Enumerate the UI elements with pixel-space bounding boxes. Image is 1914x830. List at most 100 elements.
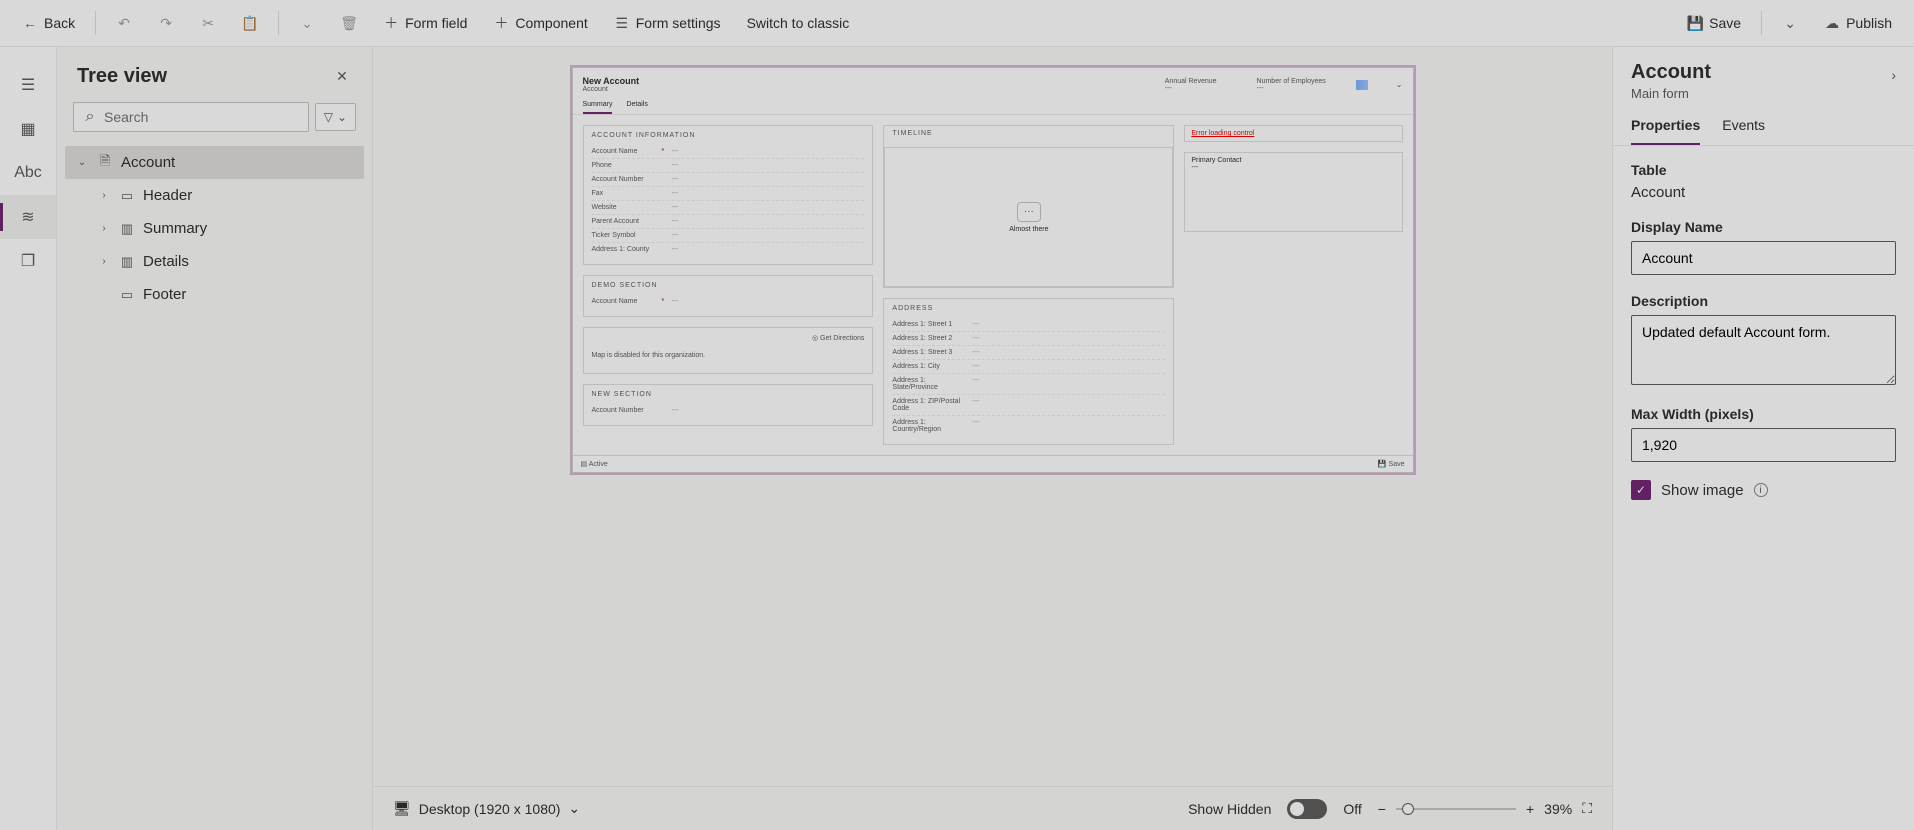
field-address1-county[interactable]: Address 1: County--- (592, 243, 865, 256)
cut-button[interactable]: ✂ (190, 9, 226, 37)
section-new-section[interactable]: New Section Account Number--- (583, 384, 874, 426)
footer-save[interactable]: 💾 Save (1378, 460, 1405, 468)
field-account-name[interactable]: Account Name*--- (592, 145, 865, 159)
rail-components[interactable]: ▦ (0, 107, 56, 151)
tree-item-footer[interactable]: ▭ Footer (65, 278, 364, 311)
paste-button[interactable]: 📋 (232, 9, 268, 37)
field-street3[interactable]: Address 1: Street 3--- (892, 346, 1165, 360)
tree-item-label: Summary (143, 220, 207, 237)
section-address[interactable]: ADDRESS Address 1: Street 1--- Address 1… (883, 298, 1174, 445)
save-button[interactable]: 💾 Save (1677, 9, 1751, 37)
back-button[interactable]: ← Back (12, 9, 85, 37)
field-account-name-demo[interactable]: Account Name*--- (592, 295, 865, 308)
get-directions-link[interactable]: ◎ Get Directions (592, 334, 865, 342)
field-state[interactable]: Address 1: State/Province--- (892, 374, 1165, 395)
form-canvas[interactable]: New Account Account Annual Revenue --- N… (572, 67, 1414, 473)
field-zip[interactable]: Address 1: ZIP/Postal Code--- (892, 395, 1165, 416)
tree-view-title: Tree view (77, 65, 167, 88)
rail-hamburger[interactable]: ☰ (0, 63, 56, 107)
tab-properties[interactable]: Properties (1631, 117, 1700, 145)
description-input[interactable] (1631, 315, 1896, 385)
section-icon: ▭ (119, 287, 135, 303)
field-account-number-new[interactable]: Account Number--- (592, 404, 865, 417)
show-image-checkbox[interactable]: ✓ (1631, 480, 1651, 500)
zoom-slider[interactable] (1396, 808, 1516, 810)
field-phone[interactable]: Phone--- (592, 159, 865, 173)
chevron-down-icon[interactable]: ⌄ (1396, 80, 1403, 89)
plus-icon: ＋ (383, 15, 399, 31)
header-field-annual-revenue[interactable]: Annual Revenue --- (1165, 78, 1217, 92)
field-website[interactable]: Website--- (592, 201, 865, 215)
filter-icon: ▽ (324, 110, 333, 124)
form-settings-icon: ☰ (614, 15, 630, 31)
field-street1[interactable]: Address 1: Street 1--- (892, 318, 1165, 332)
zoom-in-button[interactable]: + (1526, 801, 1534, 817)
rail-fields[interactable]: Abc (0, 151, 56, 195)
field-city[interactable]: Address 1: City--- (892, 360, 1165, 374)
add-form-field-button[interactable]: ＋ Form field (373, 9, 477, 37)
timeline-message: Almost there (1009, 226, 1048, 233)
canvas-tab-details[interactable]: Details (626, 101, 647, 114)
canvas-tab-summary[interactable]: Summary (583, 101, 613, 114)
field-parent-account[interactable]: Parent Account--- (592, 215, 865, 229)
tree-item-account[interactable]: ⌄ 🗎 Account (65, 146, 364, 179)
section-title: ACCOUNT INFORMATION (592, 132, 865, 139)
field-account-number[interactable]: Account Number--- (592, 173, 865, 187)
tree-item-header[interactable]: › ▭ Header (65, 179, 364, 212)
collapse-panel-button[interactable]: › (1891, 61, 1896, 83)
delete-button[interactable]: 🗑 (331, 9, 367, 37)
tree-item-summary[interactable]: › ▥ Summary (65, 212, 364, 245)
form-icon: 🗎 (97, 155, 113, 171)
chevron-down-icon: ⌄ (1782, 15, 1798, 31)
header-field-employees[interactable]: Number of Employees --- (1257, 78, 1326, 92)
show-image-label: Show image (1661, 482, 1744, 499)
tab-icon: ▥ (119, 254, 135, 270)
tree-item-details[interactable]: › ▥ Details (65, 245, 364, 278)
plus-icon: ＋ (493, 15, 509, 31)
display-name-input[interactable] (1631, 241, 1896, 275)
undo-button[interactable]: ↶ (106, 9, 142, 37)
filter-button[interactable]: ▽ ⌄ (315, 103, 356, 131)
tree-item-label: Header (143, 187, 192, 204)
section-map[interactable]: ◎ Get Directions Map is disabled for thi… (583, 327, 874, 374)
search-input[interactable] (104, 109, 300, 125)
rail-library[interactable]: ❐ (0, 239, 56, 283)
max-width-input[interactable] (1631, 428, 1896, 462)
field-ticker-symbol[interactable]: Ticker Symbol--- (592, 229, 865, 243)
field-country[interactable]: Address 1: Country/Region--- (892, 416, 1165, 436)
redo-button[interactable]: ↷ (148, 9, 184, 37)
undo-icon: ↶ (116, 15, 132, 31)
fit-to-screen-button[interactable]: ⛶ (1582, 800, 1592, 817)
field-fax[interactable]: Fax--- (592, 187, 865, 201)
table-value: Account (1631, 184, 1896, 201)
cut-icon: ✂ (200, 15, 216, 31)
section-primary-contact[interactable]: Primary Contact --- (1184, 152, 1402, 232)
section-timeline[interactable]: Timeline Almost there (883, 125, 1174, 288)
form-settings-button[interactable]: ☰ Form settings (604, 9, 731, 37)
zoom-handle[interactable] (1402, 803, 1414, 815)
field-street2[interactable]: Address 1: Street 2--- (892, 332, 1165, 346)
paste-options-button[interactable]: ⌄ (289, 9, 325, 37)
section-demo[interactable]: Demo Section Account Name*--- (583, 275, 874, 317)
rail-tree-view[interactable]: ≋ (0, 195, 56, 239)
show-hidden-toggle[interactable] (1287, 799, 1327, 819)
section-account-information[interactable]: ACCOUNT INFORMATION Account Name*--- Pho… (583, 125, 874, 265)
error-loading-control[interactable]: Error loading control (1184, 125, 1402, 142)
publish-button[interactable]: ☁ Publish (1814, 9, 1902, 37)
add-component-button[interactable]: ＋ Component (483, 9, 597, 37)
section-title: Timeline (884, 126, 1173, 141)
viewport-selector[interactable]: 🖥 Desktop (1920 x 1080) ⌄ (393, 800, 580, 817)
separator (1761, 11, 1762, 35)
tab-events[interactable]: Events (1722, 117, 1765, 145)
switch-to-classic-button[interactable]: Switch to classic (737, 9, 860, 37)
save-options-button[interactable]: ⌄ (1772, 9, 1808, 37)
separator (95, 11, 96, 35)
canvas-area: New Account Account Annual Revenue --- N… (373, 47, 1612, 830)
show-hidden-label: Show Hidden (1188, 801, 1271, 817)
search-box[interactable]: ⌕ (73, 102, 309, 132)
close-panel-button[interactable]: ✕ (332, 67, 352, 87)
info-icon[interactable]: i (1754, 483, 1768, 497)
chevron-right-icon: › (97, 256, 111, 267)
chevron-right-icon: › (97, 190, 111, 201)
zoom-out-button[interactable]: − (1378, 801, 1386, 817)
